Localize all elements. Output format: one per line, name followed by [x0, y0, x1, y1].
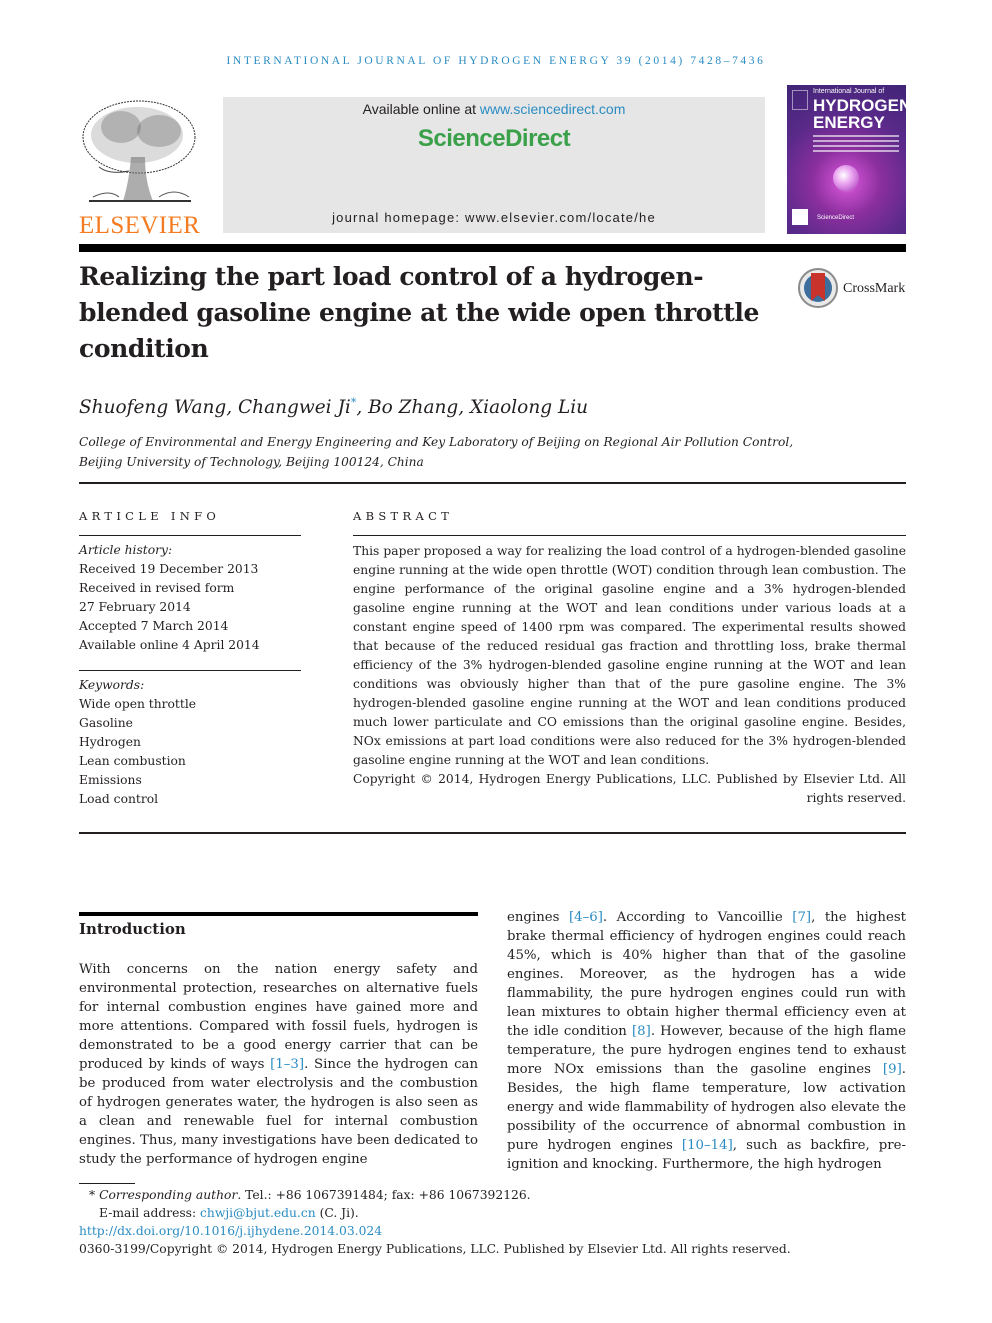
running-header: INTERNATIONAL JOURNAL OF HYDROGEN ENERGY… — [226, 55, 766, 67]
article-info-rule — [79, 535, 301, 536]
elsevier-tree-icon — [79, 97, 200, 209]
history-item: Received 19 December 2013 — [79, 562, 259, 576]
citation-link[interactable]: [4–6] — [569, 910, 603, 925]
keyword-item: Load control — [79, 792, 159, 806]
affiliation: College of Environmental and Energy Engi… — [79, 432, 839, 472]
crossmark-label: CrossMark — [843, 281, 906, 296]
keyword-item: Emissions — [79, 773, 142, 787]
email-suffix: (C. Ji). — [315, 1206, 359, 1220]
crossmark-icon — [798, 268, 838, 308]
elsevier-logo[interactable]: ELSEVIER — [79, 97, 201, 239]
crossmark-button[interactable]: CrossMark — [797, 267, 907, 309]
title-line-3: condition — [79, 334, 209, 363]
history-item: Accepted 7 March 2014 — [79, 619, 229, 633]
history-item: Available online 4 April 2014 — [79, 638, 260, 652]
cover-orb-graphic — [833, 165, 859, 191]
cover-title-line1: HYDROGEN — [813, 96, 906, 115]
citation-link[interactable]: [8] — [632, 1024, 651, 1039]
issn-copyright: 0360-3199/Copyright © 2014, Hydrogen Ene… — [79, 1242, 791, 1256]
title-line-1: Realizing the part load control of a hyd… — [79, 262, 704, 291]
email-link[interactable]: chwji@bjut.edu.cn — [200, 1206, 316, 1220]
article-history: Article history: Received 19 December 20… — [79, 541, 301, 655]
footnotes: * Corresponding author. Tel.: +86 106739… — [79, 1186, 879, 1258]
contact-details: . Tel.: +86 1067391484; fax: +86 1067392… — [237, 1188, 531, 1202]
history-item: Received in revised form — [79, 581, 235, 595]
sciencedirect-banner: Available online at www.sciencedirect.co… — [223, 97, 765, 233]
cover-sciencedirect: ScienceDirect — [817, 215, 855, 221]
corresponding-author-label: Corresponding author — [99, 1188, 238, 1202]
cover-journal-title: HYDROGEN ENERGY — [813, 97, 906, 131]
sciencedirect-logo[interactable]: ScienceDirect — [223, 125, 765, 153]
keywords-label: Keywords: — [79, 678, 145, 692]
keyword-item: Hydrogen — [79, 735, 141, 749]
cover-editor-lines — [813, 135, 899, 155]
abstract-heading: ABSTRACT — [353, 509, 454, 523]
keywords-list: Keywords: Wide open throttle Gasoline Hy… — [79, 676, 301, 809]
available-online-line: Available online at www.sciencedirect.co… — [223, 101, 765, 117]
authors-text-rest: , Bo Zhang, Xiaolong Liu — [356, 397, 589, 419]
affiliation-line-2: Beijing University of Technology, Beijin… — [79, 455, 424, 469]
abstract-body: This paper proposed a way for realizing … — [353, 544, 906, 767]
citation-link[interactable]: [10–14] — [682, 1138, 733, 1153]
doi-link[interactable]: http://dx.doi.org/10.1016/j.ijhydene.201… — [79, 1224, 382, 1238]
journal-homepage-line: journal homepage: www.elsevier.com/locat… — [223, 210, 765, 225]
corresponding-author-note: * Corresponding author. Tel.: +86 106739… — [79, 1186, 879, 1204]
affiliation-line-1: College of Environmental and Energy Engi… — [79, 435, 794, 449]
abstract: This paper proposed a way for realizing … — [353, 542, 906, 808]
abstract-rule — [353, 535, 906, 536]
email-label: E-mail address: — [99, 1206, 201, 1220]
cover-journal-prefix: International Journal of — [813, 88, 885, 95]
introduction-heading: Introduction — [79, 920, 186, 938]
intro-text: , the highest brake thermal efficiency o… — [507, 910, 907, 1039]
introduction-rule — [79, 912, 478, 916]
footnote-rule — [79, 1183, 135, 1184]
journal-homepage-label: journal homepage: — [332, 210, 465, 225]
article-title: Realizing the part load control of a hyd… — [79, 259, 779, 367]
authors-text: Shuofeng Wang, Changwei Ji — [79, 397, 351, 419]
article-info-heading: ARTICLE INFO — [79, 509, 221, 523]
intro-text: . Since the hydrogen can be produced fro… — [79, 1057, 479, 1167]
keyword-item: Gasoline — [79, 716, 133, 730]
article-history-label: Article history: — [79, 543, 173, 557]
title-line-2: blended gasoline engine at the wide open… — [79, 298, 759, 327]
footnote-star: * — [89, 1188, 96, 1202]
keyword-item: Wide open throttle — [79, 697, 197, 711]
citation-link[interactable]: [7] — [792, 910, 811, 925]
author-list: Shuofeng Wang, Changwei Ji*, Bo Zhang, X… — [79, 396, 588, 418]
cover-publisher-mark — [792, 90, 808, 110]
keywords-rule — [79, 670, 301, 671]
intro-text: engines — [507, 910, 569, 925]
sciencedirect-link[interactable]: www.sciencedirect.com — [480, 101, 626, 117]
history-item: 27 February 2014 — [79, 600, 191, 614]
citation-link[interactable]: [9] — [883, 1062, 902, 1077]
available-online-prefix: Available online at — [362, 101, 480, 117]
masthead-divider — [79, 244, 906, 252]
introduction-column-right: engines [4–6]. According to Vancoillie [… — [507, 908, 906, 1174]
intro-text: . According to Vancoillie — [602, 910, 793, 925]
cover-society-logo — [792, 209, 808, 225]
citation-link[interactable]: [1–3] — [270, 1057, 304, 1072]
header-divider — [79, 482, 906, 484]
abstract-copyright: Copyright © 2014, Hydrogen Energy Public… — [353, 772, 906, 805]
abstract-bottom-divider — [79, 832, 906, 834]
keyword-item: Lean combustion — [79, 754, 186, 768]
introduction-column-left: With concerns on the nation energy safet… — [79, 960, 478, 1169]
intro-text: With concerns on the nation energy safet… — [79, 962, 478, 1072]
elsevier-wordmark: ELSEVIER — [79, 212, 201, 239]
email-note: E-mail address: chwji@bjut.edu.cn (C. Ji… — [79, 1204, 879, 1222]
journal-homepage-link[interactable]: www.elsevier.com/locate/he — [465, 210, 656, 225]
journal-cover-image[interactable]: International Journal of HYDROGEN ENERGY… — [787, 85, 906, 234]
cover-title-line2: ENERGY — [813, 113, 885, 132]
